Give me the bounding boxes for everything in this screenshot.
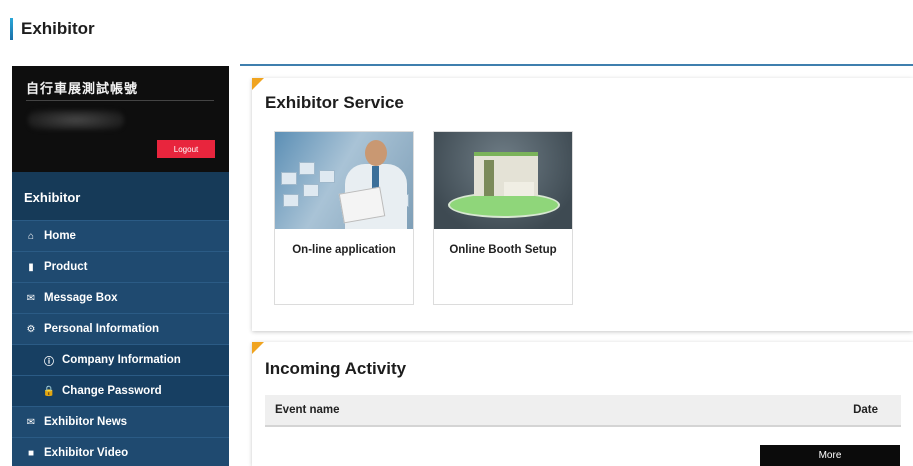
info-icon: ⓘ — [44, 356, 54, 368]
account-avatar — [28, 110, 124, 130]
logout-button[interactable]: Logout — [157, 140, 215, 158]
account-panel: 自行車展測試帳號 Logout — [12, 66, 229, 172]
sidebar-item-label: Exhibitor Video — [44, 447, 129, 459]
sidebar-item-label: Product — [44, 261, 88, 273]
gear-icon: ⚙ — [26, 323, 36, 335]
column-header-event: Event name — [275, 404, 340, 416]
section-title: Incoming Activity — [265, 359, 407, 378]
sidebar-item-personal-information[interactable]: ⚙ Personal Information — [12, 313, 229, 344]
sidebar: 自行車展測試帳號 Logout Exhibitor ⌂ Home ▮ Produ… — [12, 66, 229, 466]
account-divider — [26, 100, 214, 101]
sidebar-item-label: Change Password — [62, 385, 162, 397]
activity-table-header: Event name Date — [265, 395, 901, 427]
booth-desk — [504, 182, 534, 196]
sidebar-item-exhibitor-news[interactable]: ✉ Exhibitor News — [12, 406, 229, 437]
online-application-card[interactable]: On-line application — [274, 131, 414, 305]
sidebar-item-label: Message Box — [44, 292, 118, 304]
screen-tile — [319, 170, 335, 183]
incoming-activity-panel: Incoming Activity Event name Date More — [252, 342, 913, 466]
card-label: Online Booth Setup — [449, 244, 557, 256]
page-header: Exhibitor — [10, 18, 95, 40]
more-button[interactable]: More — [760, 445, 900, 466]
booth-pillar — [484, 160, 494, 196]
envelope-icon: ✉ — [26, 292, 36, 304]
page-title: Exhibitor — [21, 19, 95, 38]
sidebar-item-change-password[interactable]: 🔒 Change Password — [12, 375, 229, 406]
sidebar-item-home[interactable]: ⌂ Home — [12, 220, 229, 251]
screen-tile — [299, 162, 315, 175]
sidebar-item-message-box[interactable]: ✉ Message Box — [12, 282, 229, 313]
section-title: Exhibitor Service — [265, 93, 404, 112]
sidebar-item-label: Exhibitor News — [44, 416, 128, 428]
account-name: 自行車展測試帳號 — [26, 81, 139, 96]
card-label: On-line application — [292, 244, 396, 256]
sidebar-item-label: Company Information — [62, 354, 181, 366]
screen-tile — [283, 194, 299, 207]
sidebar-title: Exhibitor — [12, 172, 229, 220]
lock-icon: 🔒 — [42, 385, 56, 397]
sidebar-item-exhibitor-video[interactable]: ■ Exhibitor Video — [12, 437, 229, 466]
corner-marker — [252, 78, 264, 90]
column-header-date: Date — [853, 404, 878, 416]
screen-tile — [303, 184, 319, 197]
video-icon: ■ — [27, 447, 35, 459]
sidebar-item-label: Home — [44, 230, 76, 242]
online-application-image — [275, 132, 413, 229]
envelope-icon: ✉ — [26, 416, 36, 428]
sidebar-item-company-information[interactable]: ⓘ Company Information — [12, 344, 229, 375]
exhibitor-service-panel: Exhibitor Service On-line application On… — [252, 78, 913, 331]
sidebar-item-product[interactable]: ▮ Product — [12, 251, 229, 282]
screen-tile — [281, 172, 297, 185]
home-icon: ⌂ — [27, 230, 35, 242]
online-booth-setup-card[interactable]: Online Booth Setup — [433, 131, 573, 305]
header-accent-bar — [10, 18, 13, 40]
booth-image — [434, 132, 572, 229]
content-top-rule — [240, 64, 913, 66]
sidebar-item-label: Personal Information — [44, 323, 160, 335]
product-icon: ▮ — [28, 261, 34, 273]
person-head — [365, 140, 387, 166]
corner-marker — [252, 342, 264, 354]
